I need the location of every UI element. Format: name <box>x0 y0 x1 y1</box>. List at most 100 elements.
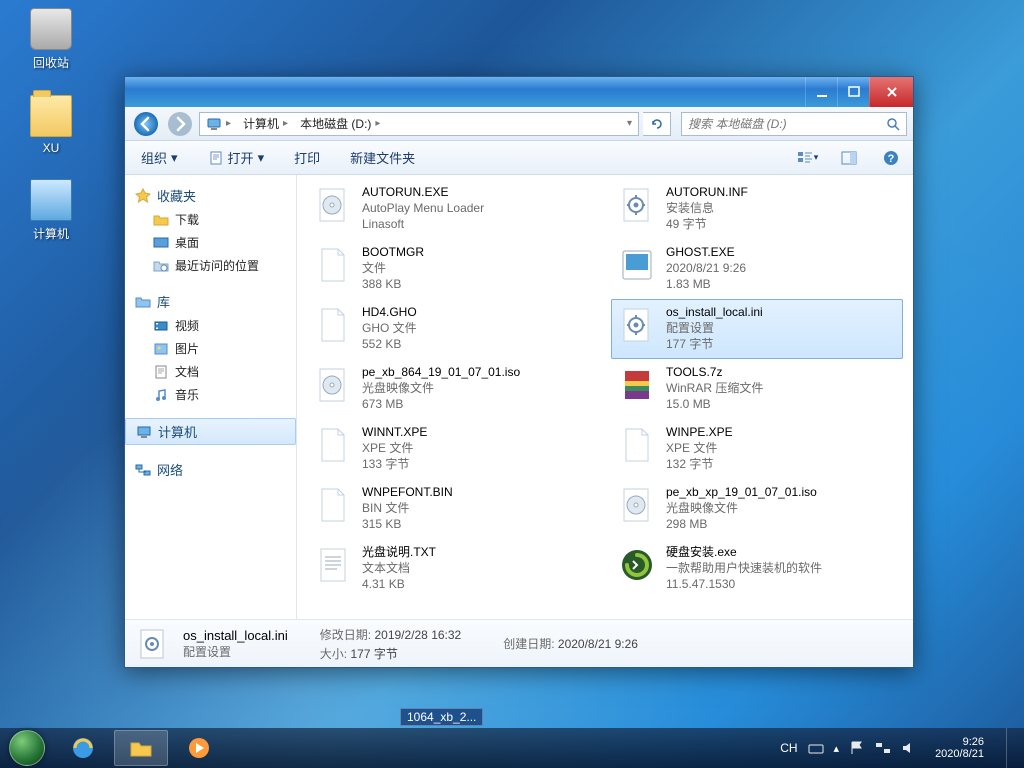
sidebar-favorites[interactable]: 收藏夹 <box>125 183 296 208</box>
file-icon <box>616 484 658 526</box>
sidebar-item-downloads[interactable]: 下载 <box>125 208 296 231</box>
file-detail: BIN 文件 <box>362 500 453 516</box>
details-type: 配置设置 <box>183 643 288 660</box>
sidebar-label: 库 <box>157 292 170 311</box>
view-mode-button[interactable]: ▾ <box>795 146 819 170</box>
desktop-task-label: 1064_xb_2... <box>400 708 483 726</box>
file-name: BOOTMGR <box>362 244 424 260</box>
file-detail: 1.83 MB <box>666 276 746 292</box>
file-item[interactable]: GHOST.EXE2020/8/21 9:261.83 MB <box>611 239 903 299</box>
file-detail: 388 KB <box>362 276 424 292</box>
file-name: pe_xb_864_19_01_07_01.iso <box>362 364 520 380</box>
file-list[interactable]: AUTORUN.EXEAutoPlay Menu LoaderLinasoftA… <box>297 175 913 619</box>
chevron-down-icon: ▾ <box>814 152 819 163</box>
taskbar-explorer[interactable] <box>114 730 168 766</box>
desktop-icon-folder-xu[interactable]: XU <box>16 95 86 155</box>
file-item[interactable]: AUTORUN.EXEAutoPlay Menu LoaderLinasoft <box>307 179 599 239</box>
file-detail: 298 MB <box>666 516 817 532</box>
close-button[interactable] <box>869 77 913 107</box>
desktop-icon-label: 回收站 <box>33 54 69 71</box>
refresh-button[interactable] <box>643 112 671 136</box>
file-item[interactable]: os_install_local.ini配置设置177 字节 <box>611 299 903 359</box>
file-detail: Linasoft <box>362 216 484 232</box>
sidebar-item-music[interactable]: 音乐 <box>125 383 296 406</box>
file-detail: 49 字节 <box>666 216 748 232</box>
sidebar-item-documents[interactable]: 文档 <box>125 360 296 383</box>
toolbar: 组织 ▾ 打开 ▾ 打印 新建文件夹 ▾ ? <box>125 141 913 175</box>
file-item[interactable]: TOOLS.7zWinRAR 压缩文件15.0 MB <box>611 359 903 419</box>
tray-clock[interactable]: 9:26 2020/8/21 <box>927 736 992 760</box>
file-item[interactable]: pe_xb_xp_19_01_07_01.iso光盘映像文件298 MB <box>611 479 903 539</box>
picture-icon <box>153 341 169 357</box>
file-item[interactable]: WNPEFONT.BINBIN 文件315 KB <box>307 479 599 539</box>
search-box[interactable] <box>681 112 907 136</box>
file-detail: 安装信息 <box>666 200 748 216</box>
breadcrumb-label: 计算机 <box>243 115 279 132</box>
file-icon <box>616 364 658 406</box>
minimize-button[interactable] <box>805 77 837 107</box>
computer-icon <box>136 424 152 440</box>
file-name: 硬盘安装.exe <box>666 544 822 560</box>
toolbar-organize[interactable]: 组织 ▾ <box>135 145 184 170</box>
address-bar[interactable]: ▸ 计算机 ▸ 本地磁盘 (D:) ▸ ▾ <box>199 112 639 136</box>
preview-pane-button[interactable] <box>837 146 861 170</box>
file-detail: XPE 文件 <box>666 440 733 456</box>
file-item[interactable]: pe_xb_864_19_01_07_01.iso光盘映像文件673 MB <box>307 359 599 419</box>
tray-network-icon[interactable] <box>875 740 891 756</box>
file-name: os_install_local.ini <box>666 304 763 320</box>
maximize-button[interactable] <box>837 77 869 107</box>
file-name: WINPE.XPE <box>666 424 733 440</box>
sidebar-item-recent[interactable]: 最近访问的位置 <box>125 254 296 277</box>
document-icon <box>153 364 169 380</box>
tray-language[interactable]: CH <box>780 741 797 755</box>
desktop-icon-computer[interactable]: 计算机 <box>16 179 86 242</box>
file-item[interactable]: AUTORUN.INF安装信息49 字节 <box>611 179 903 239</box>
tray-time: 9:26 <box>935 736 984 748</box>
sidebar-libraries[interactable]: 库 <box>125 289 296 314</box>
taskbar-media-player[interactable] <box>172 730 226 766</box>
file-detail: 配置设置 <box>666 320 763 336</box>
back-button[interactable] <box>131 109 161 139</box>
sidebar-item-desktop[interactable]: 桌面 <box>125 231 296 254</box>
breadcrumb-computer[interactable]: ▸ <box>200 113 237 135</box>
file-item[interactable]: 光盘说明.TXT文本文档4.31 KB <box>307 539 599 599</box>
taskbar-ie[interactable] <box>56 730 110 766</box>
tray-flag-icon[interactable] <box>849 740 865 756</box>
desktop-icon-recycle-bin[interactable]: 回收站 <box>16 8 86 71</box>
toolbar-new-folder[interactable]: 新建文件夹 <box>344 145 421 170</box>
toolbar-open[interactable]: 打开 ▾ <box>202 145 271 170</box>
chevron-down-icon: ▾ <box>171 150 178 166</box>
show-desktop-button[interactable] <box>1006 728 1018 768</box>
address-dropdown[interactable]: ▾ <box>621 113 638 135</box>
sidebar-label: 最近访问的位置 <box>175 257 259 274</box>
tray-chevron-up-icon[interactable]: ▴ <box>834 742 840 755</box>
breadcrumb-computer-text[interactable]: 计算机 ▸ <box>237 113 294 135</box>
sidebar-network[interactable]: 网络 <box>125 457 296 482</box>
file-item[interactable]: HD4.GHOGHO 文件552 KB <box>307 299 599 359</box>
sidebar-item-pictures[interactable]: 图片 <box>125 337 296 360</box>
sidebar-item-videos[interactable]: 视频 <box>125 314 296 337</box>
search-icon <box>886 117 900 131</box>
titlebar[interactable] <box>125 77 913 107</box>
file-item[interactable]: WINPE.XPEXPE 文件132 字节 <box>611 419 903 479</box>
tray-keyboard-icon[interactable] <box>808 740 824 756</box>
desktop-icon <box>153 235 169 251</box>
help-button[interactable]: ? <box>879 146 903 170</box>
toolbar-print[interactable]: 打印 <box>288 145 326 170</box>
file-item[interactable]: 硬盘安装.exe一款帮助用户快速装机的软件11.5.47.1530 <box>611 539 903 599</box>
svg-text:?: ? <box>888 153 895 165</box>
tray-date: 2020/8/21 <box>935 748 984 760</box>
file-item[interactable]: WINNT.XPEXPE 文件133 字节 <box>307 419 599 479</box>
start-button[interactable] <box>4 729 50 767</box>
file-item[interactable]: BOOTMGR文件388 KB <box>307 239 599 299</box>
file-icon <box>312 484 354 526</box>
sidebar-computer[interactable]: 计算机 <box>125 418 296 445</box>
breadcrumb-drive[interactable]: 本地磁盘 (D:) ▸ <box>294 113 386 135</box>
search-input[interactable] <box>688 117 886 131</box>
forward-button[interactable] <box>165 109 195 139</box>
file-icon <box>312 244 354 286</box>
tray-volume-icon[interactable] <box>901 740 917 756</box>
file-name: GHOST.EXE <box>666 244 746 260</box>
file-icon <box>616 304 658 346</box>
details-created: 创建日期: 2020/8/21 9:26 <box>503 635 638 652</box>
